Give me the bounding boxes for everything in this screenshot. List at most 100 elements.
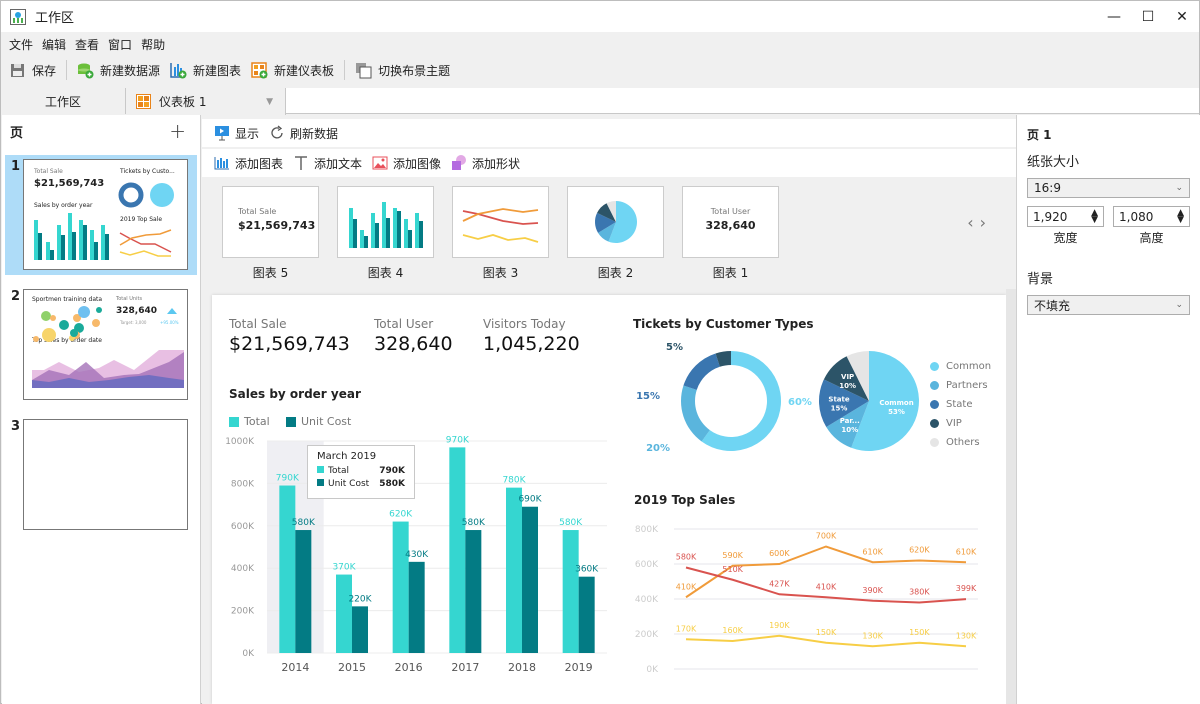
tab-workspace-label: 工作区: [44, 94, 81, 109]
add-shape-button[interactable]: 添加形状: [451, 155, 520, 172]
donut-slice-partners: [681, 385, 710, 442]
width-input[interactable]: 1,920 ▲ ▼: [1027, 206, 1104, 227]
tab-workspace[interactable]: 工作区: [1, 88, 126, 114]
pie-legend-item[interactable]: Others: [930, 433, 991, 452]
gallery-item[interactable]: Total User 328,640 图表 1: [682, 186, 779, 281]
add-text-button[interactable]: 添加文本: [293, 155, 362, 172]
pages-panel: 页 + 1 Total Sale $21,569,743 Sales by or…: [2, 115, 201, 704]
page-thumbnail-2[interactable]: 2 Sportmen training data Total Units 328…: [5, 285, 197, 405]
donut-data-label: 5%: [666, 342, 683, 353]
page-number: 1: [11, 159, 21, 174]
vertical-scrollbar[interactable]: [1006, 289, 1016, 704]
line-data-label: 590K: [722, 551, 743, 560]
spinner-icon[interactable]: ▲ ▼: [1177, 208, 1184, 224]
gallery-kpi-label: Total Sale: [238, 207, 277, 216]
gallery-kpi-label: Total User: [710, 207, 751, 216]
legend-dot: [930, 438, 939, 447]
pie-legend-item[interactable]: Partners: [930, 376, 991, 395]
tab-dashboard-label: 仪表板 1: [159, 95, 207, 109]
gallery-label: 图表 5: [252, 266, 289, 280]
kpi-value: 1,045,220: [483, 333, 580, 355]
new-chart-button[interactable]: 新建图表: [170, 62, 241, 79]
gallery-next-button[interactable]: ›: [980, 213, 992, 232]
tab-strip-empty: [286, 88, 1199, 114]
pie-data-label: VIP: [841, 373, 854, 381]
height-value: 1,080: [1119, 209, 1154, 224]
menu-file[interactable]: 文件: [9, 36, 33, 53]
legend-unit-cost[interactable]: Unit Cost: [286, 415, 351, 428]
gallery-item[interactable]: 图表 4: [337, 186, 434, 281]
new-datasource-button[interactable]: 新建数据源: [77, 62, 160, 79]
add-page-button[interactable]: +: [169, 119, 186, 143]
properties-panel: 页 1 纸张大小 16:9 ⌄ 1,920 ▲ ▼ 1,080 ▲ ▼ 宽度 高度 背景 …: [1016, 115, 1200, 704]
kpi-label: Visitors Today: [483, 317, 566, 331]
line-data-label: 190K: [769, 621, 790, 630]
page-thumbnail-1[interactable]: 1 Total Sale $21,569,743 Sales by order …: [5, 155, 197, 275]
tooltip-row-name: Total: [328, 466, 350, 476]
new-chart-label: 新建图表: [193, 63, 242, 78]
legend-total[interactable]: Total: [229, 415, 270, 428]
line-data-label: 410K: [676, 582, 697, 591]
legend-label: Partners: [946, 380, 988, 391]
bar-data-label: 620K: [389, 510, 413, 520]
page-thumbnail-3[interactable]: 3: [5, 415, 197, 535]
toolbar-divider: [344, 60, 346, 80]
add-image-button[interactable]: 添加图像: [372, 155, 441, 172]
y-tick-label: 800K: [231, 479, 255, 489]
line-series-yellow: [685, 634, 967, 648]
tab-dropdown-icon[interactable]: ▼: [266, 97, 273, 107]
save-icon: [9, 62, 26, 79]
title-bar: 工作区 — ☐ ✕: [1, 1, 1199, 32]
bar-data-label: 360K: [575, 565, 599, 575]
tab-dashboard-1[interactable]: 仪表板 1 ▼: [126, 88, 286, 115]
tooltip-row-name: Unit Cost: [328, 479, 370, 489]
close-button[interactable]: ✕: [1165, 1, 1199, 32]
line-data-label: 700K: [816, 532, 837, 541]
legend-label: State: [946, 399, 973, 410]
bar-total: [449, 447, 466, 653]
gallery-item[interactable]: Total Sale $21,569,743 图表 5: [222, 186, 319, 281]
page-number: 3: [11, 419, 21, 434]
bar-data-label: 580K: [292, 518, 316, 528]
document-tabs: 工作区 仪表板 1 ▼: [1, 88, 1199, 115]
page-number: 2: [11, 289, 21, 304]
bar-chart-title: Sales by order year: [229, 387, 361, 401]
donut-data-label: 60%: [788, 397, 812, 408]
dashboard-canvas[interactable]: Total Sale $21,569,743 Total User 328,64…: [212, 295, 1006, 704]
paper-size-select[interactable]: 16:9 ⌄: [1027, 178, 1190, 198]
pie-legend-item[interactable]: Common: [930, 357, 991, 376]
add-chart-button[interactable]: 添加图表: [214, 155, 283, 172]
line-data-label: 427K: [769, 579, 790, 588]
height-label: 高度: [1139, 231, 1164, 245]
image-icon: [372, 155, 388, 171]
switch-theme-button[interactable]: 切换布景主题: [355, 62, 450, 79]
pie-data-label: 10%: [841, 426, 858, 434]
show-button[interactable]: 显示: [214, 125, 259, 142]
donut-data-label: 15%: [636, 391, 660, 402]
y-tick-label: 600K: [635, 560, 659, 570]
spinner-icon[interactable]: ▲ ▼: [1091, 208, 1098, 224]
minimize-button[interactable]: —: [1097, 1, 1131, 32]
legend-dot: [930, 362, 939, 371]
new-datasource-label: 新建数据源: [100, 63, 161, 78]
kpi-value: 328,640: [374, 333, 453, 355]
gallery-item[interactable]: 图表 3: [452, 186, 549, 281]
height-input[interactable]: 1,080 ▲ ▼: [1113, 206, 1190, 227]
menu-help[interactable]: 帮助: [141, 36, 165, 53]
gallery-prev-button[interactable]: ‹: [967, 213, 979, 232]
background-select[interactable]: 不填充 ⌄: [1027, 295, 1190, 315]
menu-edit[interactable]: 编辑: [42, 36, 66, 53]
tooltip-row-value: 790K: [379, 466, 405, 476]
gallery-item[interactable]: 图表 2: [567, 186, 664, 281]
refresh-data-button[interactable]: 刷新数据: [269, 125, 338, 142]
save-button[interactable]: 保存: [9, 62, 56, 79]
maximize-button[interactable]: ☐: [1131, 1, 1165, 32]
bar-unit-cost: [522, 506, 538, 653]
new-dashboard-button[interactable]: 新建仪表板: [251, 61, 334, 79]
pie-legend-item[interactable]: State: [930, 395, 991, 414]
bar-data-label: 580K: [462, 518, 486, 528]
menu-window[interactable]: 窗口: [108, 36, 132, 53]
gallery-label: 图表 2: [597, 266, 634, 280]
menu-view[interactable]: 查看: [75, 36, 99, 53]
pie-legend-item[interactable]: VIP: [930, 414, 991, 433]
